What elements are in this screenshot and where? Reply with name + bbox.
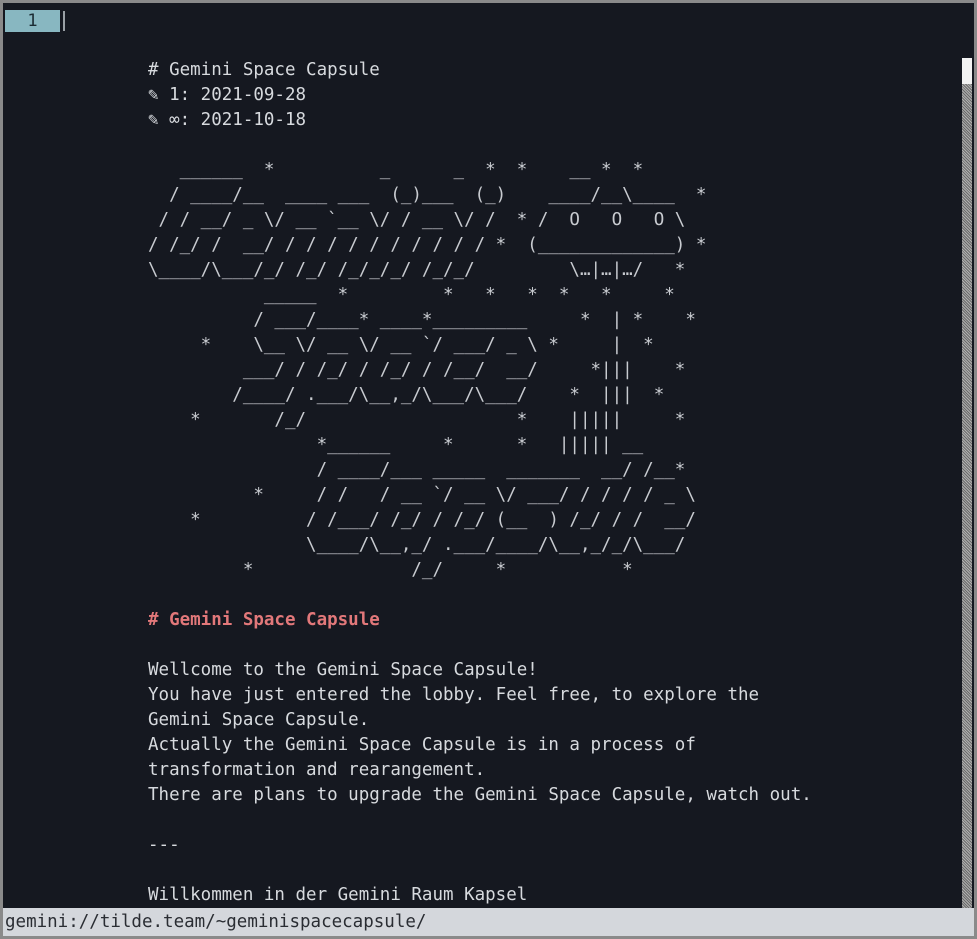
ascii-art-line: \____/\__,_/ .___/____/\__,_/_/\___/ (148, 535, 686, 555)
body-text-line: Willkommen in der Gemini Raum Kapsel (148, 885, 528, 905)
ascii-art-line: / ___/____* ____*_________ * | * * (148, 310, 696, 330)
ascii-art-line: / / __/ _ \/ __ `__ \/ / __ \/ / * / O O… (148, 210, 686, 230)
ascii-art-line: _____ * * * * * * * (148, 285, 675, 305)
ascii-art-line: * /_/ * ||||| * (148, 410, 686, 430)
ascii-art-line: / ____/___ _____ _______ __/ /__* (148, 460, 686, 480)
ascii-art-line: ______ * _ _ * * __ * * (148, 160, 644, 180)
ascii-art-line: *______ * * ||||| __ (148, 435, 644, 455)
page-heading: # Gemini Space Capsule (148, 60, 380, 80)
text-cursor (63, 11, 65, 31)
page-content: # Gemini Space Capsule ✎ 1: 2021-09-28 ✎… (148, 58, 948, 908)
ascii-art-line: ___/ / /_/ / /_/ / /__/ __/ *||| * (148, 360, 686, 380)
ascii-art-line: * /_/ * * (148, 560, 633, 580)
ascii-art-line: / ____/__ ____ ___ (_)___ (_) ____/__\__… (148, 185, 707, 205)
updated-date: ✎ ∞: 2021-10-18 (148, 110, 307, 130)
tab-1[interactable]: 1 (5, 10, 60, 32)
section-heading: # Gemini Space Capsule (148, 610, 380, 630)
body-text-line: Actually the Gemini Space Capsule is in … (148, 735, 696, 755)
ascii-art-line: / /_/ / __/ / / / / / / / / / / * (_____… (148, 235, 707, 255)
ascii-art-line: * / / / __ `/ __ \/ ___/ / / / / _ \ (148, 485, 696, 505)
horizontal-rule: --- (148, 835, 180, 855)
scrollbar-thumb[interactable] (962, 58, 972, 84)
vertical-scrollbar[interactable] (962, 58, 972, 910)
created-date: ✎ 1: 2021-09-28 (148, 85, 307, 105)
tab-bar: 1 (3, 3, 974, 36)
browser-window: 1 # Gemini Space Capsule ✎ 1: 2021-09-28… (3, 3, 974, 936)
body-text-line: transformation and rearangement. (148, 760, 486, 780)
ascii-art-line: * / /___/ /_/ / /_/ (__ ) /_/ / / __/ (148, 510, 696, 530)
ascii-art-line: * \__ \/ __ \/ __ `/ ___/ _ \ * | * (148, 335, 654, 355)
ascii-art-line: \____/\___/_/ /_/ /_/_/_/ /_/_/ \…|…|…/ … (148, 260, 686, 280)
body-text-line: Wellcome to the Gemini Space Capsule! (148, 660, 538, 680)
ascii-art-line: /____/ .___/\__,_/\___/\___/ * ||| * (148, 385, 665, 405)
body-text-line: There are plans to upgrade the Gemini Sp… (148, 785, 812, 805)
url-status-bar[interactable]: gemini://tilde.team/~geminispacecapsule/ (3, 908, 974, 936)
body-text-line: Gemini Space Capsule. (148, 710, 370, 730)
body-text-line: You have just entered the lobby. Feel fr… (148, 685, 760, 705)
